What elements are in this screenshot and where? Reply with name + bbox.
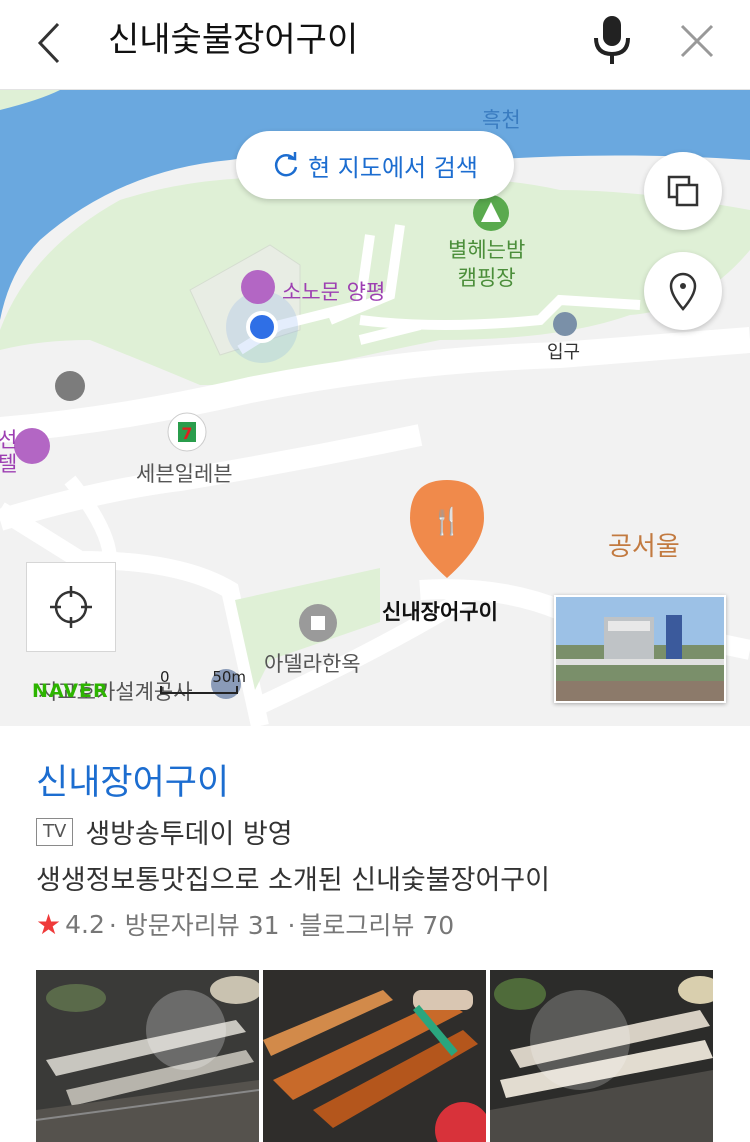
scale-zero: 0 [160, 668, 170, 686]
rating-value: 4.2 [65, 909, 105, 939]
scale-bar [160, 686, 238, 694]
my-location-button[interactable] [26, 562, 116, 652]
place-photo[interactable] [490, 970, 713, 1142]
place-street-view-thumbnail[interactable] [554, 595, 726, 703]
photo-strip [36, 970, 713, 1142]
back-button[interactable] [30, 18, 70, 68]
chevron-left-icon [37, 22, 60, 64]
svg-text:🍴: 🍴 [431, 506, 463, 537]
place-photo[interactable] [263, 970, 486, 1142]
microphone-icon [594, 16, 630, 64]
close-icon [680, 24, 714, 58]
scale-distance: 50m [212, 668, 247, 686]
label-seven-eleven[interactable]: 세븐일레븐 [136, 458, 233, 488]
clear-button[interactable] [676, 20, 718, 62]
svg-text:7: 7 [181, 424, 192, 443]
search-this-area-button[interactable]: 현 지도에서 검색 [236, 131, 514, 199]
place-name[interactable]: 신내장어구이 [36, 754, 229, 805]
building-photo [556, 597, 724, 701]
map-pin-icon [669, 272, 697, 311]
place-photo[interactable] [36, 970, 259, 1142]
place-info-panel: 신내장어구이 TV 생방송투데이 방영 생생정보통맛집으로 소개된 신내숯불장어… [0, 726, 750, 1142]
voice-search-button[interactable] [588, 14, 636, 68]
search-query[interactable]: 신내숯불장어구이 [108, 18, 358, 62]
label-heukcheon: 흑천 [482, 108, 521, 132]
label-gongseoul: 공서울 [608, 532, 680, 562]
layers-icon [667, 175, 699, 207]
tv-info-row: TV 생방송투데이 방영 [36, 812, 293, 851]
place-description: 생생정보통맛집으로 소개된 신내숯불장어구이 [36, 865, 550, 896]
map-scale: 0 50m [160, 668, 246, 694]
grilled-eel-photo-1 [36, 970, 259, 1142]
refresh-icon [275, 152, 298, 177]
grilled-eel-photo-2 [263, 970, 486, 1142]
map-layers-button[interactable] [644, 152, 722, 230]
map-view[interactable]: 🍴 7 흑천 별헤는밤 캠핑장 소노문 양평 입구 세븐일레븐 공서울 신내장어… [0, 90, 750, 726]
label-entrance: 입구 [547, 342, 581, 363]
rating-row: ★ 4.2 · 방문자리뷰 31 · 블로그리뷰 70 [36, 906, 454, 942]
label-restaurant[interactable]: 신내장어구이 [382, 596, 498, 626]
location-pin-button[interactable] [644, 252, 722, 330]
label-sonomun[interactable]: 소노문 양평 [282, 276, 385, 306]
visitor-reviews[interactable]: · 방문자리뷰 31 · [109, 906, 296, 942]
blog-reviews[interactable]: 블로그리뷰 70 [299, 906, 454, 942]
search-this-area-label: 현 지도에서 검색 [308, 153, 478, 182]
crosshair-icon [50, 586, 92, 628]
naver-logo: NAVER [32, 680, 109, 702]
label-camping[interactable]: 별헤는밤 캠핑장 [448, 236, 525, 292]
grilled-eel-photo-3 [490, 970, 713, 1142]
tv-info-text: 생방송투데이 방영 [85, 819, 293, 850]
search-bar: 신내숯불장어구이 [0, 0, 750, 90]
star-icon: ★ [36, 907, 62, 941]
label-adella[interactable]: 아델라한옥 [264, 648, 361, 678]
tv-badge: TV [36, 817, 74, 846]
label-left-edge: 선 텔 [0, 428, 18, 476]
